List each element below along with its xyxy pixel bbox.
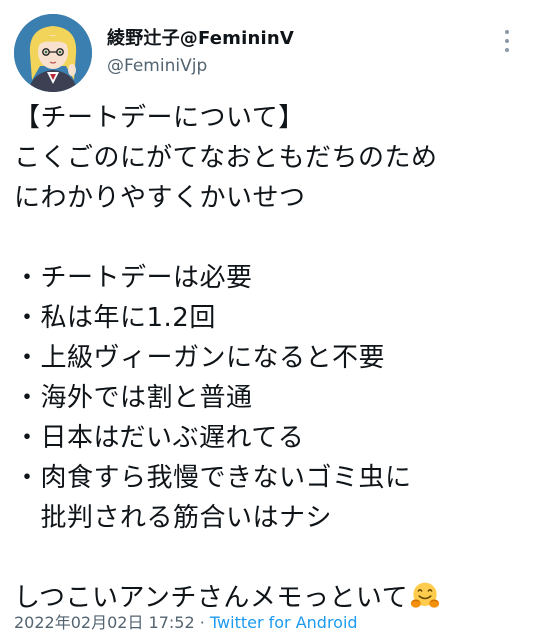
anime-girl-avatar-icon: [14, 14, 92, 92]
dot: [505, 30, 509, 34]
dot: [505, 39, 509, 43]
more-options-icon[interactable]: [505, 30, 511, 52]
tweet-meta: 2022年02月02日 17:52 · Twitter for Android: [14, 609, 358, 633]
dot: [505, 48, 509, 52]
tweet-body-text: 【チートデーについて】 こくごのにがてなおともだちのため にわかりやすくかいせつ…: [14, 103, 438, 613]
avatar[interactable]: [14, 14, 92, 92]
user-handle[interactable]: @FeminiVjp: [107, 56, 207, 76]
hugging-face-emoji-icon: [410, 582, 440, 608]
source-link[interactable]: Twitter for Android: [210, 613, 358, 632]
tweet-text: 【チートデーについて】 こくごのにがてなおともだちのため にわかりやすくかいせつ…: [14, 98, 524, 618]
timestamp[interactable]: 2022年02月02日 17:52: [14, 613, 195, 632]
separator: ·: [194, 613, 210, 632]
display-name[interactable]: 綾野辻子@FemininV: [107, 24, 294, 50]
